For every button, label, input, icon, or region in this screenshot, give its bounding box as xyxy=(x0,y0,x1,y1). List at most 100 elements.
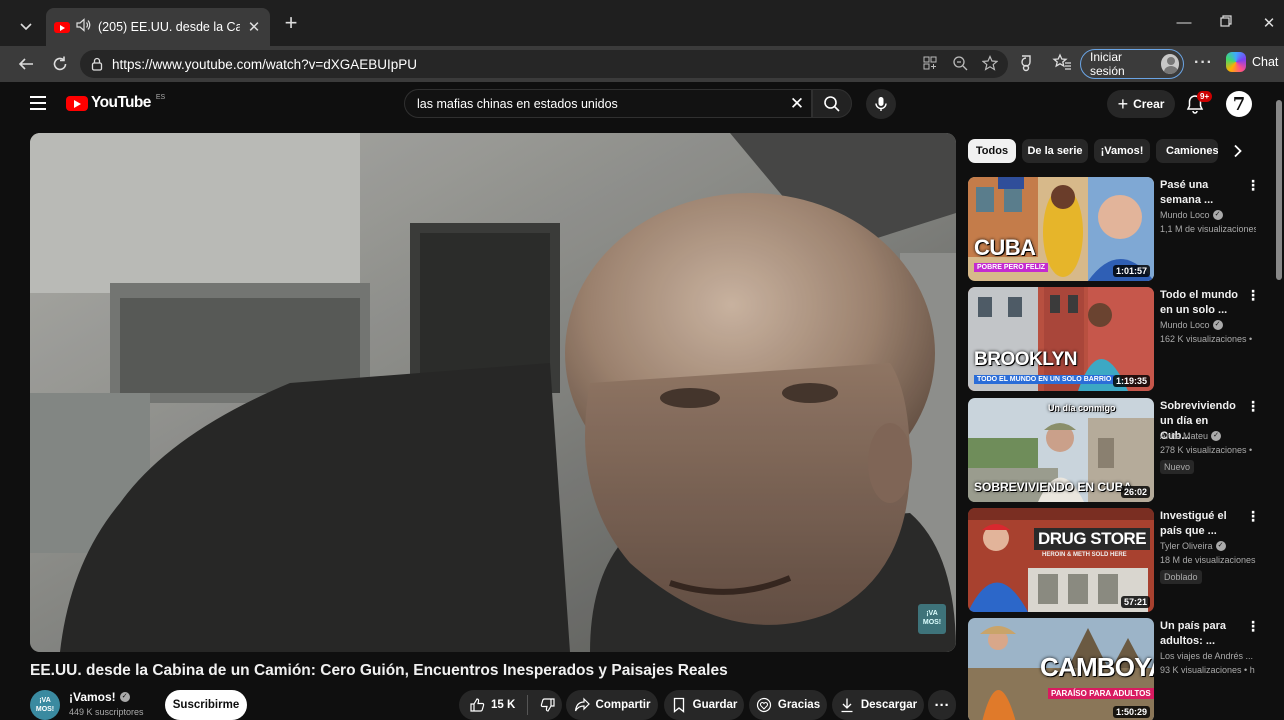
kebab-menu-icon[interactable]: ⋮ xyxy=(1246,178,1260,192)
search-button[interactable] xyxy=(812,89,852,118)
recommendation-item[interactable]: BROOKLYN TODO EL MUNDO EN UN SOLO BARRIO… xyxy=(968,287,1268,391)
verified-check-icon: ✓ xyxy=(1212,320,1223,330)
country-code: ES xyxy=(155,94,166,101)
kebab-menu-icon[interactable]: ⋮ xyxy=(1246,288,1260,302)
zoom-icon[interactable] xyxy=(952,55,970,73)
thumbnail-subtitle-text: TODO EL MUNDO EN UN SOLO BARRIO xyxy=(974,375,1115,384)
kebab-menu-icon[interactable]: ⋮ xyxy=(1246,509,1260,523)
notification-count-badge: 9+ xyxy=(1197,91,1213,102)
tab-title: (205) EE.UU. desde la Cabina d xyxy=(98,20,240,34)
browser-tab-active[interactable]: (205) EE.UU. desde la Cabina d ✕ xyxy=(46,8,270,46)
youtube-logo[interactable]: YouTube ES xyxy=(66,94,165,112)
like-button[interactable]: 15 K xyxy=(469,697,515,713)
video-duration: 26:02 xyxy=(1120,486,1150,498)
favorite-star-icon[interactable] xyxy=(981,55,1000,73)
window-close-icon[interactable]: ✕ xyxy=(1259,14,1279,32)
video-thumbnail[interactable]: DRUG STORE HEROIN & METH SOLD HERE 57:21 xyxy=(968,508,1154,612)
video-player[interactable]: ¡VA MOS! xyxy=(30,133,956,652)
verified-check-icon: ✓ xyxy=(1211,431,1222,441)
recommendation-channel[interactable]: Mundo Loco ✓ xyxy=(1160,320,1223,330)
url-bar[interactable]: https://www.youtube.com/watch?v=dXGAEBUI… xyxy=(80,50,1008,78)
scrollbar-thumb[interactable] xyxy=(1276,100,1282,280)
thumbnail-title-text: CUBA xyxy=(974,235,1036,260)
verified-check-icon: ✓ xyxy=(1215,541,1226,551)
recommendation-item[interactable]: Un día conmigo SOBREVIVIENDO EN CUBA 26:… xyxy=(968,398,1268,502)
channel-avatar[interactable]: ¡VA MOS! xyxy=(30,690,60,720)
like-count: 15 K xyxy=(491,699,516,711)
tab-close-icon[interactable]: ✕ xyxy=(246,18,262,36)
restore-icon[interactable] xyxy=(1216,14,1236,31)
recommendation-item[interactable]: DRUG STORE HEROIN & METH SOLD HERE 57:21… xyxy=(968,508,1268,612)
chip-todos[interactable]: Todos xyxy=(968,139,1016,163)
create-button[interactable]: + Crear xyxy=(1107,90,1175,118)
chip-de-la-serie[interactable]: De la serie xyxy=(1022,139,1088,163)
copilot-chat-button[interactable]: Chat xyxy=(1226,52,1278,72)
recommendation-title[interactable]: Todo el mundo en un solo ... xyxy=(1160,288,1240,318)
video-duration: 1:01:57 xyxy=(1112,265,1150,277)
clear-search-icon[interactable]: ✕ xyxy=(783,94,811,114)
signin-button[interactable]: Iniciar sesión xyxy=(1080,49,1184,79)
share-button[interactable]: Compartir xyxy=(566,690,658,720)
recommendation-channel[interactable]: Los viajes de Andrés ... xyxy=(1160,651,1253,661)
download-button[interactable]: Descargar xyxy=(832,690,924,720)
save-button[interactable]: Guardar xyxy=(664,690,744,720)
search-query: las mafias chinas en estados unidos xyxy=(417,96,618,111)
video-duration: 1:19:35 xyxy=(1112,375,1150,387)
chips-next-chevron-icon[interactable] xyxy=(1226,139,1250,163)
recommendation-item[interactable]: CAMBOYA PARAÍSO PARA ADULTOS 1:50:29 Un … xyxy=(968,618,1268,720)
lock-icon[interactable] xyxy=(90,57,104,71)
video-frame-image xyxy=(30,133,956,652)
recommendation-title[interactable]: Investigué el país que ... xyxy=(1160,509,1240,539)
recommendation-views: 18 M de visualizaciones xyxy=(1160,555,1256,565)
chip-vamos[interactable]: ¡Vamos! xyxy=(1094,139,1150,163)
channel-watermark[interactable]: ¡VA MOS! xyxy=(918,604,946,634)
minimize-icon[interactable]: — xyxy=(1174,14,1194,31)
download-icon xyxy=(841,698,853,713)
recommendation-channel[interactable]: Tyler Oliveira ✓ xyxy=(1160,541,1226,551)
subscribe-button[interactable]: Suscribirme xyxy=(165,690,247,720)
recommendation-channel[interactable]: Mundo Loco ✓ xyxy=(1160,210,1223,220)
recommendation-title[interactable]: Un país para adultos: ... xyxy=(1160,619,1240,649)
back-arrow-icon[interactable] xyxy=(14,52,38,76)
channel-name-link[interactable]: ¡Vamos! ✓ xyxy=(69,690,130,704)
new-tab-plus-icon[interactable]: + xyxy=(280,12,302,35)
more-actions-button[interactable]: ··· xyxy=(928,690,956,720)
youtube-favicon-icon xyxy=(54,21,70,33)
hamburger-menu-icon[interactable] xyxy=(30,96,46,110)
chip-camiones[interactable]: Camiones xyxy=(1156,139,1218,163)
signin-label: Iniciar sesión xyxy=(1090,50,1125,78)
user-avatar[interactable]: 7 xyxy=(1226,91,1252,117)
share-label: Compartir xyxy=(595,699,651,711)
dubbed-badge: Doblado xyxy=(1160,570,1202,584)
like-divider xyxy=(527,695,529,715)
more-options-icon[interactable]: ··· xyxy=(1194,54,1213,72)
video-thumbnail[interactable]: CUBA POBRE PERO FELIZ 1:01:57 xyxy=(968,177,1154,281)
video-thumbnail[interactable]: CAMBOYA PARAÍSO PARA ADULTOS 1:50:29 xyxy=(968,618,1154,720)
search-input[interactable]: las mafias chinas en estados unidos ✕ xyxy=(404,89,812,118)
apps-grid-icon[interactable] xyxy=(922,55,940,73)
video-thumbnail[interactable]: Un día conmigo SOBREVIVIENDO EN CUBA 26:… xyxy=(968,398,1154,502)
voice-search-button[interactable] xyxy=(866,89,896,119)
video-thumbnail[interactable]: BROOKLYN TODO EL MUNDO EN UN SOLO BARRIO… xyxy=(968,287,1154,391)
recommendation-channel[interactable]: Anita Mateu ✓ xyxy=(1160,431,1222,441)
page-scrollbar[interactable] xyxy=(1276,90,1282,720)
channel-name: Anita Mateu xyxy=(1160,431,1209,441)
recommendation-title[interactable]: Pasé una semana ... xyxy=(1160,178,1240,208)
new-badge: Nuevo xyxy=(1160,460,1195,474)
thanks-button[interactable]: Gracias xyxy=(749,690,827,720)
recommendation-views: 162 K visualizaciones • xyxy=(1160,334,1253,344)
tab-list-chevron-icon[interactable] xyxy=(12,13,40,41)
channel-name: ¡Vamos! xyxy=(69,690,116,704)
favorites-collection-icon[interactable] xyxy=(1052,52,1072,79)
extensions-icon[interactable] xyxy=(1018,52,1038,79)
kebab-menu-icon[interactable]: ⋮ xyxy=(1246,619,1260,633)
create-label: Crear xyxy=(1133,97,1165,111)
channel-name: Mundo Loco xyxy=(1160,210,1210,220)
kebab-menu-icon[interactable]: ⋮ xyxy=(1246,399,1260,413)
dislike-button[interactable] xyxy=(540,697,556,713)
recommendation-item[interactable]: CUBA POBRE PERO FELIZ 1:01:57 Pasé una s… xyxy=(968,177,1268,281)
browser-tab-bar: (205) EE.UU. desde la Cabina d ✕ + — ✕ xyxy=(0,0,1284,46)
reload-icon[interactable] xyxy=(48,52,72,76)
speaker-icon[interactable] xyxy=(76,17,92,37)
thumbnail-subtitle-text: POBRE PERO FELIZ xyxy=(974,263,1049,272)
